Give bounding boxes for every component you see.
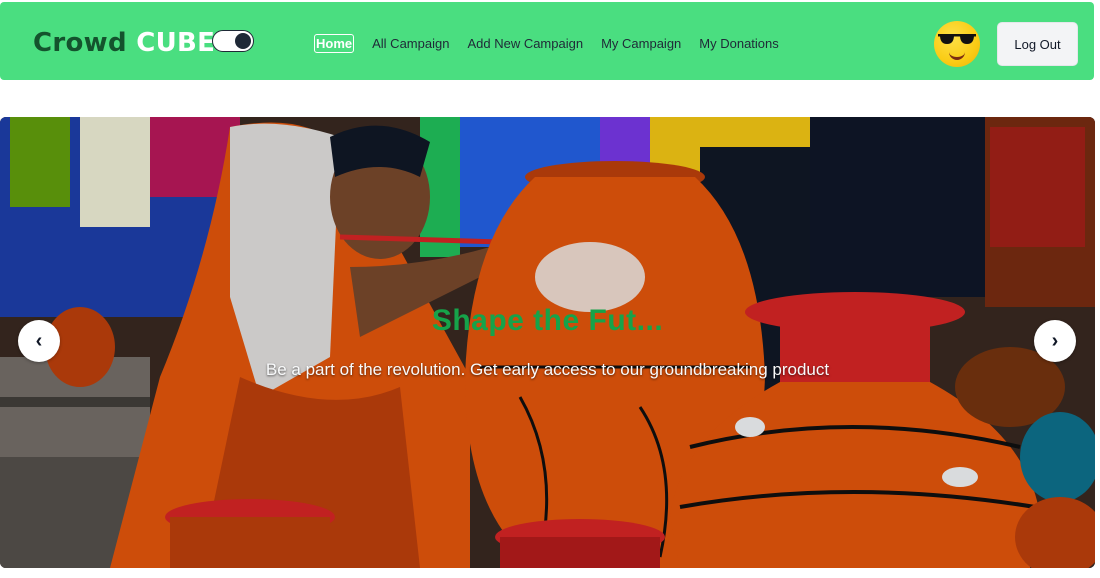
brand-logo[interactable]: Crowd CUBE [33,28,215,58]
hero-slide-image [0,117,1095,568]
chevron-left-icon: ‹ [35,329,43,352]
carousel-next-button[interactable]: › [1034,320,1076,362]
logout-button[interactable]: Log Out [997,22,1078,66]
brand-word-crowd: Crowd [33,28,127,58]
nav-link-my-campaign[interactable]: My Campaign [601,36,681,51]
nav-link-add-new-campaign[interactable]: Add New Campaign [467,36,583,51]
nav-links: Home All Campaign Add New Campaign My Ca… [314,34,797,53]
nav-link-home[interactable]: Home [314,34,355,53]
chevron-right-icon: › [1051,329,1059,352]
navbar: Crowd CUBE Home All Campaign Add New Cam… [0,2,1094,80]
sunglasses-emoji-icon[interactable] [934,21,980,67]
nav-link-all-campaign[interactable]: All Campaign [372,36,449,51]
slide-subtitle: Be a part of the revolution. Get early a… [265,360,830,379]
brand-word-cube: CUBE [136,28,216,58]
slide-title: Shape the Fut... [431,304,664,337]
avatar-mouth [949,50,965,60]
nav-link-my-donations[interactable]: My Donations [699,36,778,51]
hero-carousel: Shape the Fut... Be a part of the revolu… [0,117,1095,568]
sunglasses-icon [938,34,976,44]
theme-toggle[interactable] [212,30,254,52]
carousel-prev-button[interactable]: ‹ [18,320,60,362]
theme-toggle-knob [235,33,251,49]
